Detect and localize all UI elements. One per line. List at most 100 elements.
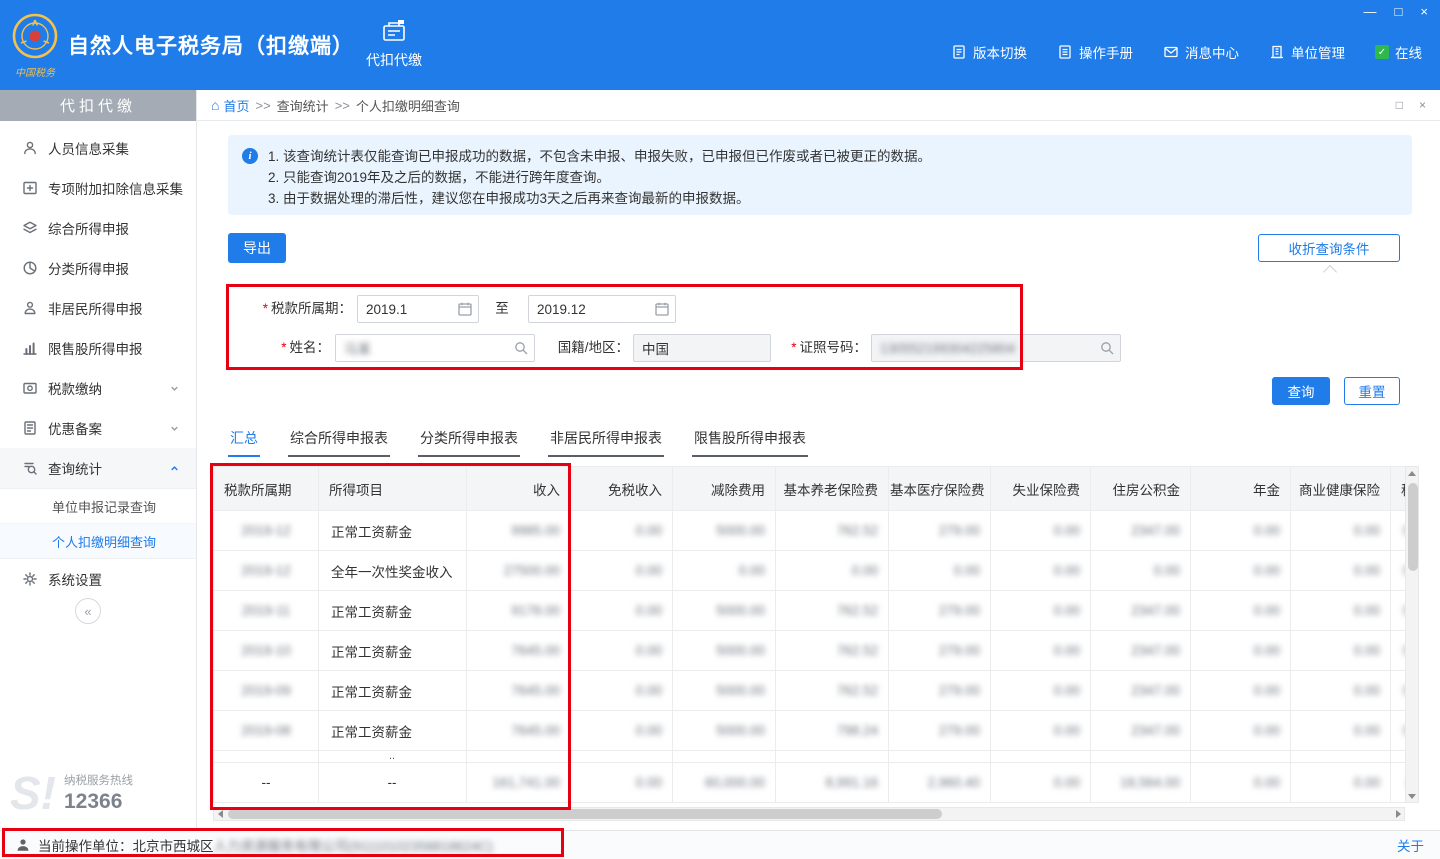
table-cell: 0.00 — [1391, 511, 1406, 551]
scroll-right-icon[interactable] — [1392, 808, 1404, 820]
query-button[interactable]: 查询 — [1272, 377, 1330, 405]
hotline-block: S! 纳税服务热线 12366 — [10, 770, 133, 816]
column-header: 商业健康保险 — [1291, 467, 1391, 511]
table-cell: 0.00 — [1191, 631, 1291, 671]
collapse-caret-icon — [1323, 265, 1337, 279]
export-button[interactable]: 导出 — [228, 233, 286, 263]
sidebar-subitem-label: 个人扣缴明细查询 — [52, 532, 156, 551]
calendar-icon[interactable] — [457, 301, 473, 317]
calendar-icon[interactable] — [654, 301, 670, 317]
current-unit-redacted: 人力资源服务有限公司(91110102358818624C) — [214, 835, 493, 855]
message-center-icon — [1163, 44, 1179, 60]
tab-comprehensive[interactable]: 综合所得申报表 — [288, 426, 390, 457]
required-mark: * — [263, 301, 268, 316]
table-cell: 0.00 — [1391, 631, 1406, 671]
sidebar-collapse-button[interactable]: « — [75, 598, 101, 624]
table-cell — [1291, 751, 1391, 763]
breadcrumb: ⌂ 首页 >> 查询统计 >> 个人扣缴明细查询 □ × — [197, 90, 1440, 121]
about-link[interactable]: 关于 — [1397, 835, 1424, 855]
horizontal-scroll-thumb[interactable] — [228, 809, 942, 819]
nav-label: 在线 — [1395, 42, 1422, 62]
tab-classified[interactable]: 分类所得申报表 — [418, 426, 520, 457]
sidebar-item-label: 分类所得申报 — [48, 258, 129, 278]
restore-icon[interactable]: □ — [1395, 3, 1403, 21]
tab-restricted[interactable]: 限售股所得申报表 — [692, 426, 808, 457]
table-cell: 0.00 — [776, 551, 889, 591]
tab-nonresident[interactable]: 非居民所得申报表 — [548, 426, 664, 457]
table-cell — [673, 751, 776, 763]
sidebar-subitem-personal-withholding-query[interactable]: 个人扣缴明细查询 — [0, 524, 196, 558]
period-end-input[interactable]: 2019.12 — [528, 295, 676, 323]
name-input[interactable]: 马某 — [335, 334, 535, 362]
table-cell: 0.00 — [571, 591, 673, 631]
table-cell: -- — [214, 763, 319, 803]
cell-value: 7645.00 — [511, 643, 560, 658]
horizontal-scrollbar[interactable] — [213, 807, 1405, 821]
pie-chart-icon — [22, 260, 38, 276]
sidebar-item-label: 非居民所得申报 — [48, 298, 143, 318]
scroll-up-icon[interactable] — [1406, 467, 1418, 479]
table-cell: 279.00 — [889, 631, 991, 671]
cell-value: 161,741.00 — [492, 775, 560, 790]
panel-restore-icon[interactable]: □ — [1396, 98, 1403, 112]
column-header: 住房公积金 — [1091, 467, 1191, 511]
sidebar-item-preferential-filing[interactable]: 优惠备案 — [0, 408, 196, 448]
nav-manual[interactable]: 操作手册 — [1057, 42, 1133, 62]
close-icon[interactable]: × — [1420, 3, 1428, 21]
cell-value: 8,991.16 — [825, 775, 878, 790]
tab-summary[interactable]: 汇总 — [228, 426, 260, 457]
table-cell: 0.00 — [1191, 511, 1291, 551]
table-cell: 8,991.16 — [776, 763, 889, 803]
vertical-scroll-thumb[interactable] — [1408, 483, 1418, 571]
cell-value: 2019-11 — [242, 603, 291, 618]
sidebar-item-query-statistics[interactable]: 查询统计 — [0, 448, 196, 488]
online-check-icon: ✓ — [1375, 45, 1389, 59]
module-tab-withholding[interactable]: 代扣代缴 — [350, 18, 438, 70]
top-navigation: 版本切换 操作手册 消息中心 单位管理 ✓ 在线 — [951, 42, 1422, 62]
search-icon[interactable] — [513, 340, 529, 356]
table-cell: 正常工资薪金 — [319, 631, 467, 671]
sidebar-item-tax-payment[interactable]: 税款缴纳 — [0, 368, 196, 408]
table-cell — [571, 751, 673, 763]
nav-version-switch[interactable]: 版本切换 — [951, 42, 1027, 62]
sidebar-subitem-unit-report-query[interactable]: 单位申报记录查询 — [0, 489, 196, 524]
panel-close-icon[interactable]: × — [1419, 98, 1426, 112]
nav-org-manage[interactable]: 单位管理 — [1269, 42, 1345, 62]
search-icon[interactable] — [1099, 340, 1115, 356]
vertical-scrollbar[interactable] — [1405, 466, 1419, 803]
sidebar-item-classified-income[interactable]: 分类所得申报 — [0, 248, 196, 288]
table-cell: 5000.00 — [673, 711, 776, 751]
cell-value: 0.00 — [636, 603, 662, 618]
nav-online-status[interactable]: ✓ 在线 — [1375, 42, 1422, 62]
sidebar-item-nonresident-income[interactable]: 非居民所得申报 — [0, 288, 196, 328]
breadcrumb-home[interactable]: 首页 — [223, 96, 249, 115]
table-cell: 0.00 — [1191, 551, 1291, 591]
sidebar-item-special-deduction[interactable]: 专项附加扣除信息采集 — [0, 168, 196, 208]
table-cell — [1191, 751, 1291, 763]
table-cell — [1391, 751, 1406, 763]
nationality-input[interactable]: 中国 — [633, 334, 771, 362]
home-icon: ⌂ — [211, 97, 219, 113]
cell-value: 762.52 — [837, 683, 878, 698]
sidebar-item-restricted-shares[interactable]: 限售股所得申报 — [0, 328, 196, 368]
cell-value: 0.00 — [1254, 723, 1280, 738]
cell-value: 0.00 — [1054, 723, 1080, 738]
table-cell: 0.00 — [1291, 631, 1391, 671]
cell-value: 7645.00 — [511, 683, 560, 698]
scroll-left-icon[interactable] — [214, 808, 226, 820]
nav-message-center[interactable]: 消息中心 — [1163, 42, 1239, 62]
collapse-query-button[interactable]: 收折查询条件 — [1258, 234, 1400, 262]
scroll-down-icon[interactable] — [1406, 790, 1418, 802]
cell-value: 0.00 — [1354, 723, 1380, 738]
sidebar-item-system-settings[interactable]: 系统设置 — [0, 559, 196, 599]
info-icon: i — [242, 148, 258, 164]
cell-value: 0.00 — [1354, 643, 1380, 658]
period-start-input[interactable]: 2019.1 — [357, 295, 479, 323]
sidebar-item-comprehensive-income[interactable]: 综合所得申报 — [0, 208, 196, 248]
reset-button[interactable]: 重置 — [1344, 377, 1400, 405]
table-cell: 0.00 — [991, 711, 1091, 751]
minimize-icon[interactable]: — — [1364, 3, 1377, 21]
cell-value: 5000.00 — [716, 723, 765, 738]
sidebar-item-personnel-info[interactable]: 人员信息采集 — [0, 128, 196, 168]
id-number-input[interactable]: 130552199304225804 — [871, 334, 1121, 362]
